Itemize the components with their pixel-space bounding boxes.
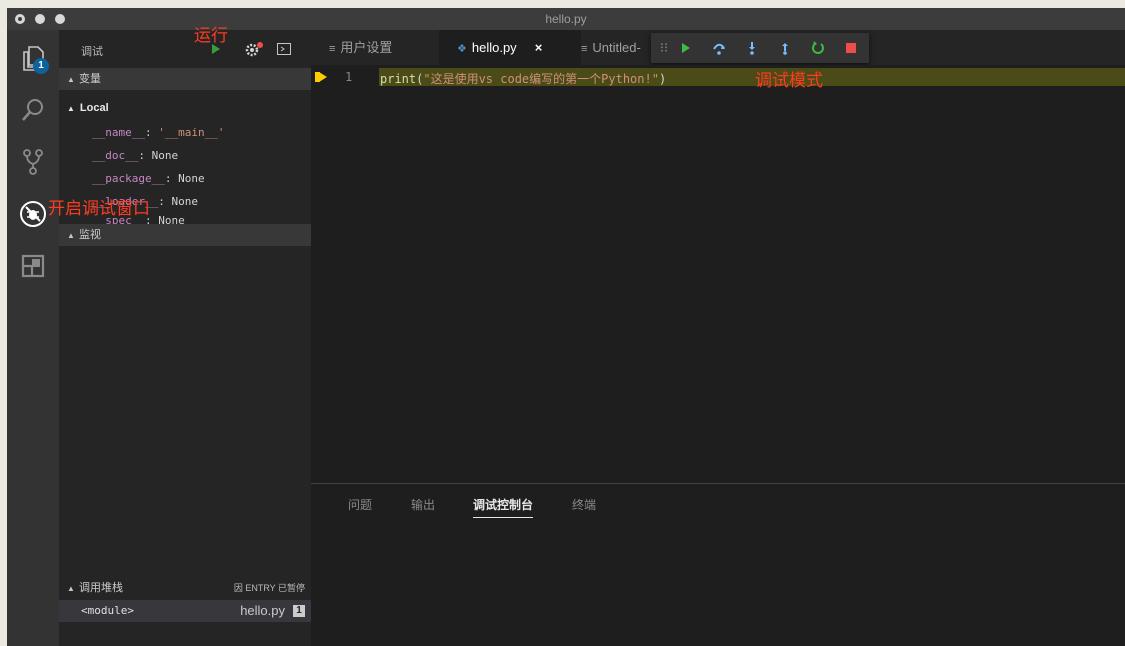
collapse-triangle-icon: ▲ bbox=[67, 584, 75, 593]
bottom-panel: 问题 输出 调试控制台 终端 bbox=[311, 483, 1125, 646]
stack-frame-line: 1 bbox=[293, 605, 305, 617]
variable-name: __doc__ bbox=[92, 149, 139, 162]
variable-value: None bbox=[178, 172, 205, 185]
title-bar: hello.py bbox=[7, 8, 1125, 30]
tab-output[interactable]: 输出 bbox=[411, 496, 435, 513]
file-icon: ≡ bbox=[581, 43, 588, 55]
configure-gear-icon[interactable] bbox=[244, 40, 266, 58]
callstack-status: 因 ENTRY 已暂停 bbox=[233, 583, 305, 593]
variable-sep: : bbox=[138, 149, 152, 162]
tab-label: Untitled- bbox=[592, 40, 641, 55]
python-file-icon: ❖ bbox=[457, 43, 467, 55]
variables-label: 变量 bbox=[79, 73, 101, 85]
expand-triangle-icon: ▲ bbox=[67, 104, 75, 113]
variable-value: '__main__' bbox=[158, 126, 225, 139]
step-into-button[interactable] bbox=[741, 37, 763, 59]
variable-row[interactable]: __doc__: None bbox=[92, 149, 178, 162]
code-editor[interactable]: 1 print("这是使用vs code编写的第一个Python!") bbox=[311, 65, 1125, 483]
window-title: hello.py bbox=[545, 12, 587, 26]
annotation-run: 运行 bbox=[194, 26, 228, 46]
code-line: print("这是使用vs code编写的第一个Python!") bbox=[380, 70, 666, 87]
open-console-icon[interactable] bbox=[277, 40, 291, 58]
scope-label: Local bbox=[79, 102, 109, 114]
variable-sep: : bbox=[158, 195, 172, 208]
callstack-frame-row[interactable]: <module> hello.py 1 bbox=[59, 600, 311, 622]
close-icon[interactable]: × bbox=[535, 40, 543, 55]
vscode-window: hello.py 1 调试 ▲ 变量 ▲ Local __name__: '__… bbox=[7, 8, 1125, 646]
variable-sep: : bbox=[164, 172, 179, 185]
watch-section-header[interactable]: ▲ 监视 bbox=[59, 224, 311, 246]
tab-user-settings[interactable]: ≡ 用户设置 bbox=[311, 30, 439, 65]
restart-button[interactable] bbox=[807, 37, 829, 59]
breakpoint-arrow-tip bbox=[319, 72, 327, 82]
debug-sidebar: 调试 ▲ 变量 ▲ Local __name__: '__main__' __doc… bbox=[59, 30, 311, 646]
tab-hello-py[interactable]: ❖ hello.py × bbox=[439, 30, 581, 65]
tab-problems[interactable]: 问题 bbox=[348, 496, 372, 513]
variable-row[interactable]: __name__: '__main__' bbox=[92, 126, 224, 139]
variable-row[interactable]: __package__: None bbox=[92, 172, 205, 185]
source-control-icon[interactable] bbox=[17, 146, 49, 178]
variable-value: None bbox=[158, 214, 185, 224]
collapse-triangle-icon: ▲ bbox=[67, 231, 75, 240]
annotation-debug-mode: 调试模式 bbox=[755, 71, 823, 91]
line-number: 1 bbox=[345, 70, 353, 84]
drag-handle-icon[interactable]: ⁝⁝ bbox=[653, 37, 675, 59]
variable-name: __package__ bbox=[92, 172, 165, 185]
continue-button[interactable] bbox=[675, 37, 697, 59]
variable-name: __name__ bbox=[92, 126, 145, 139]
scope-local[interactable]: ▲ Local bbox=[67, 102, 109, 114]
code-function: print bbox=[380, 72, 417, 86]
code-string: "这是使用vs code编写的第一个Python!" bbox=[423, 72, 659, 86]
extensions-icon[interactable] bbox=[17, 250, 49, 282]
variable-sep: : bbox=[144, 126, 159, 139]
variable-value: None bbox=[151, 149, 179, 162]
tab-terminal[interactable]: 终端 bbox=[572, 496, 596, 513]
sidebar-header: 调试 bbox=[59, 30, 311, 68]
tab-label: hello.py bbox=[471, 40, 517, 55]
step-over-button[interactable] bbox=[708, 37, 730, 59]
stop-button[interactable] bbox=[840, 37, 862, 59]
stack-frame-name: <module> bbox=[81, 604, 134, 617]
sidebar-title: 调试 bbox=[81, 46, 103, 58]
annotation-open-debug: 开启调试窗口 bbox=[48, 199, 150, 219]
tab-debug-console[interactable]: 调试控制台 bbox=[473, 496, 534, 518]
callstack-label: 调用堆栈 bbox=[79, 582, 123, 594]
file-icon: ≡ bbox=[329, 43, 336, 55]
explorer-badge: 1 bbox=[33, 58, 49, 74]
debug-toolbar: ⁝⁝ bbox=[651, 33, 869, 63]
variable-value: None bbox=[171, 195, 198, 208]
collapse-triangle-icon: ▲ bbox=[67, 75, 75, 84]
tab-label: 用户设置 bbox=[340, 40, 393, 55]
code-paren: ) bbox=[658, 72, 667, 86]
callstack-section-header[interactable]: ▲ 调用堆栈 因 ENTRY 已暂停 bbox=[59, 577, 311, 599]
watch-label: 监视 bbox=[79, 229, 101, 241]
variables-section-header[interactable]: ▲ 变量 bbox=[59, 68, 311, 90]
search-icon[interactable] bbox=[17, 94, 49, 126]
debug-icon[interactable] bbox=[17, 198, 49, 230]
step-out-button[interactable] bbox=[774, 37, 796, 59]
stack-frame-file: hello.py bbox=[240, 603, 285, 618]
activity-bar: 1 bbox=[7, 30, 59, 646]
